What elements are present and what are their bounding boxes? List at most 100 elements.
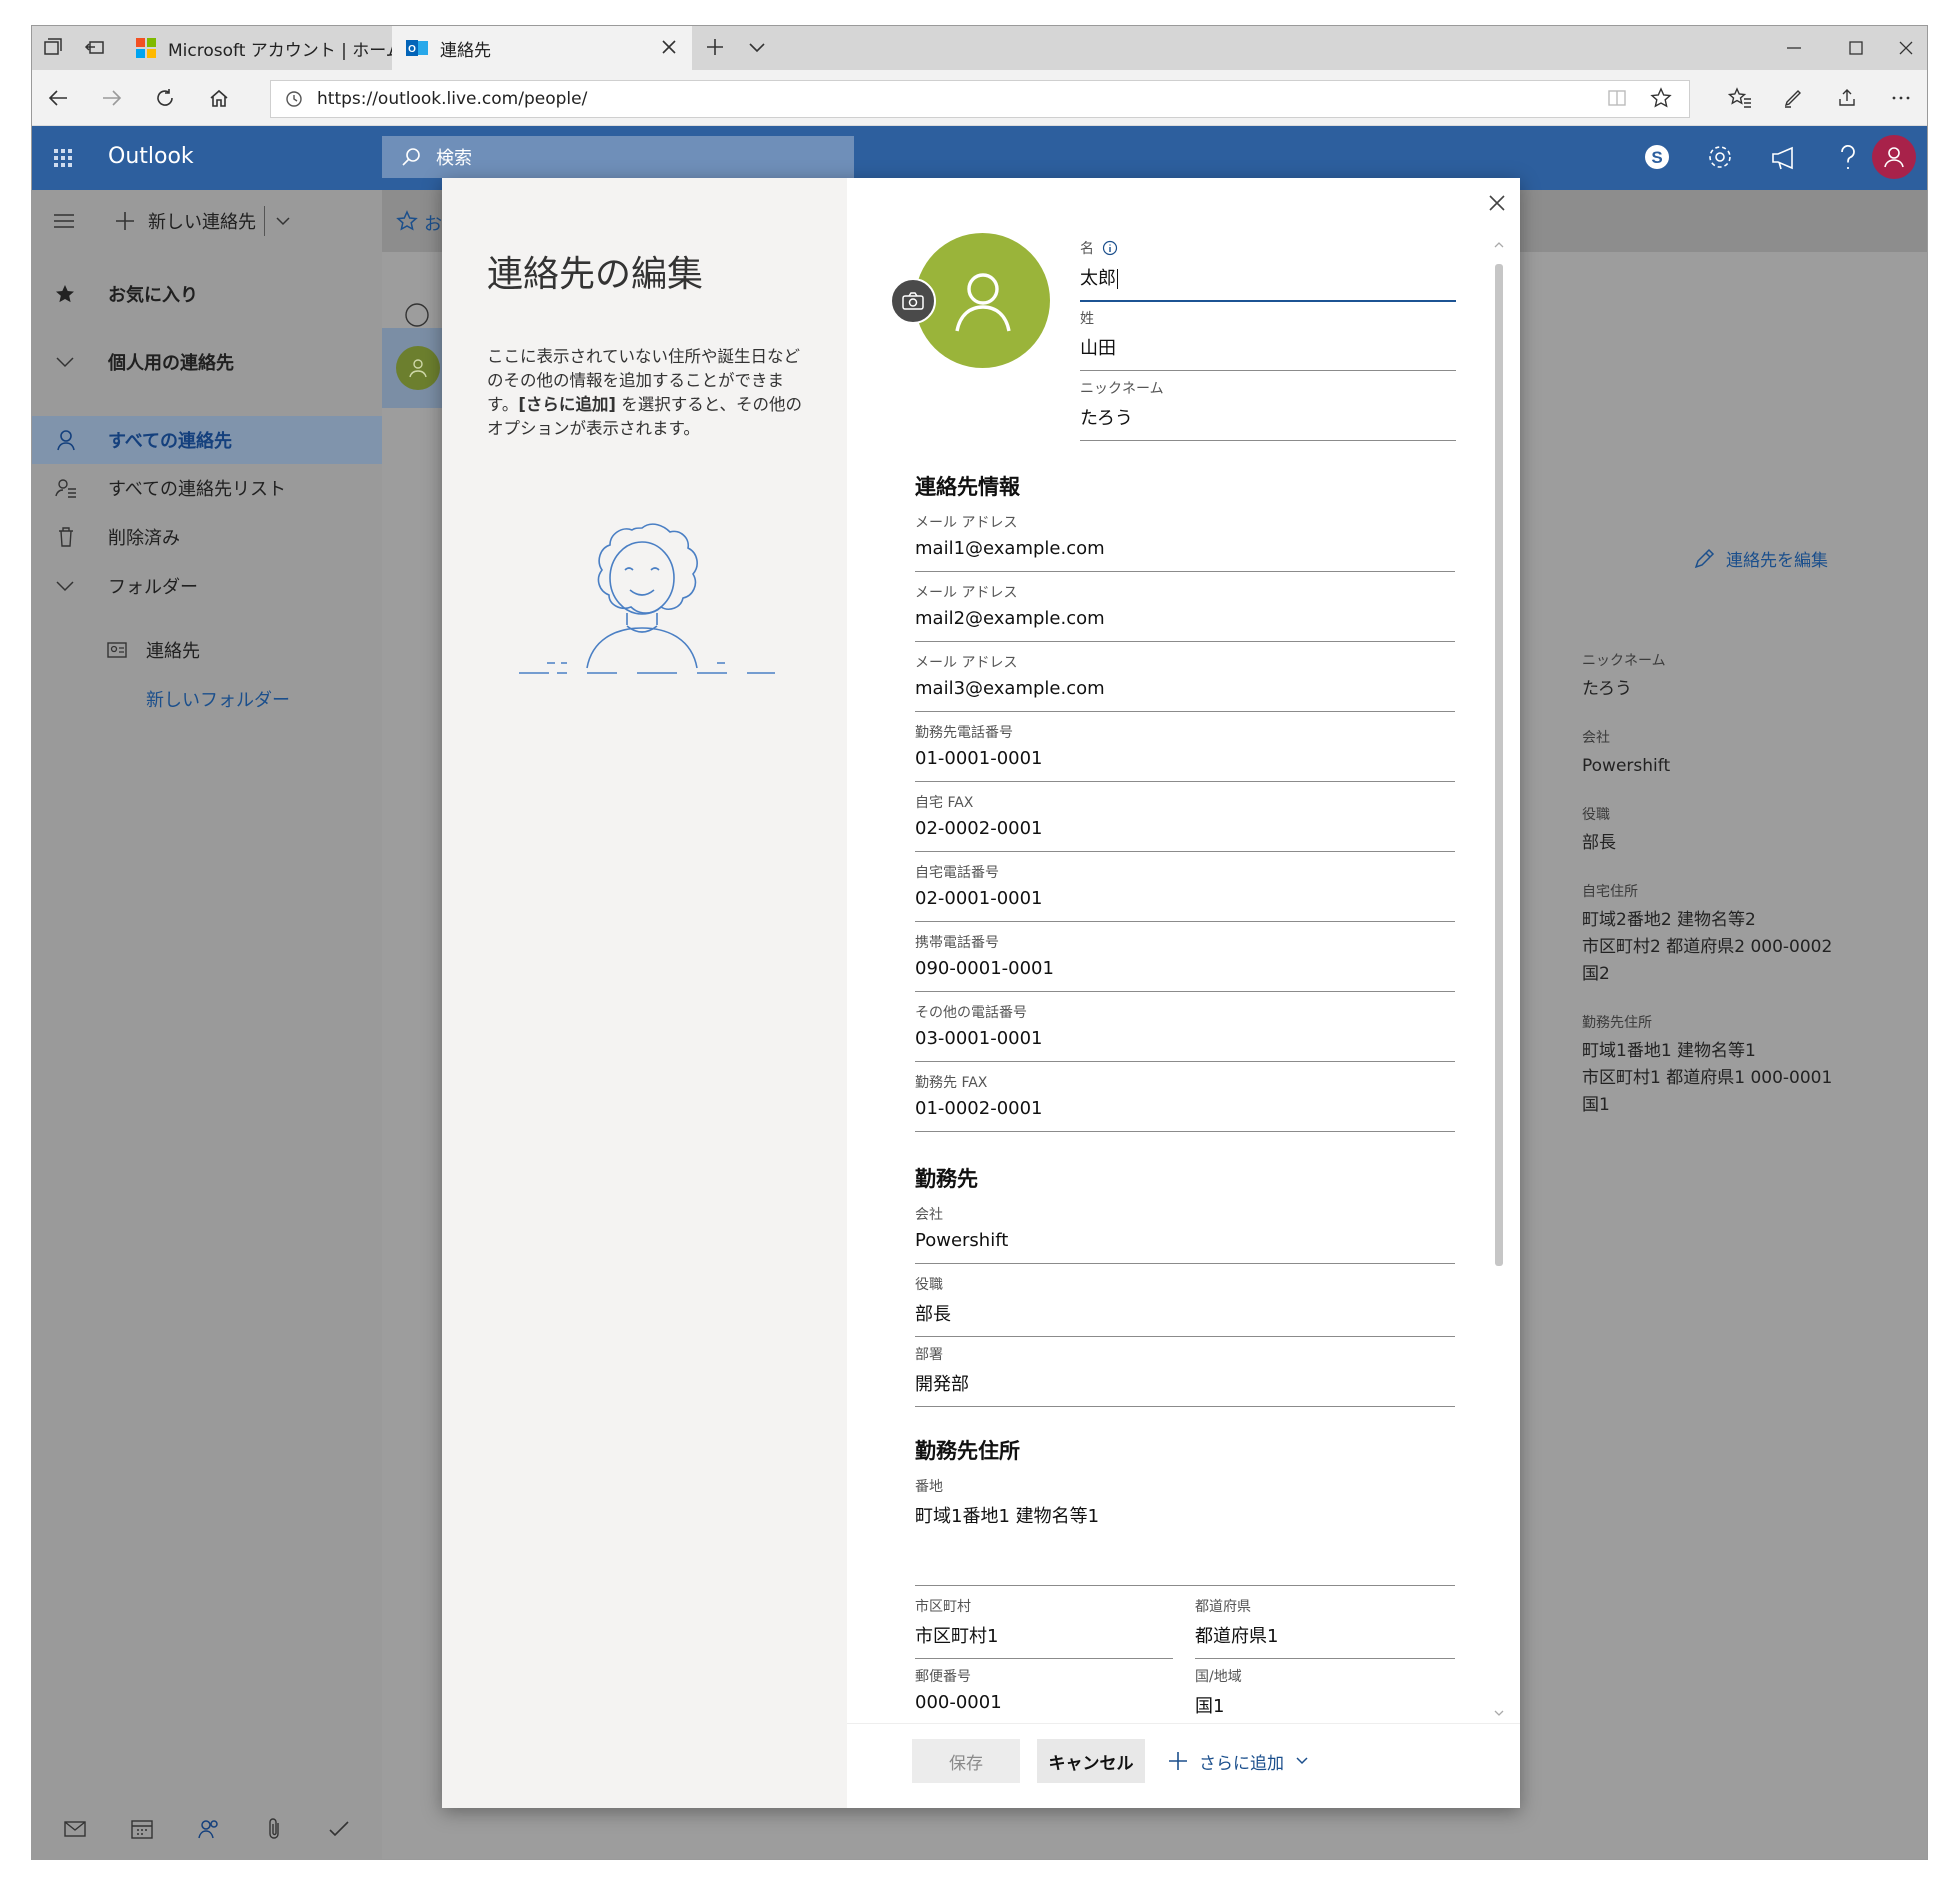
field-value: 市区町村1 bbox=[915, 1622, 1173, 1659]
chevron-down-icon bbox=[54, 351, 76, 373]
refresh-icon[interactable] bbox=[154, 87, 176, 109]
camera-icon bbox=[902, 292, 924, 310]
detail-label: 役職 bbox=[1582, 807, 1610, 823]
nav-folder-contacts[interactable]: 連絡先 bbox=[32, 626, 382, 674]
work-fax-field[interactable]: 勤務先 FAX 01-0002-0001 bbox=[915, 1072, 1455, 1132]
tab-microsoft-account[interactable]: Microsoft アカウント | ホーム bbox=[124, 26, 416, 70]
tab-preview-chevron-icon[interactable] bbox=[746, 36, 770, 60]
maximize-icon[interactable] bbox=[1846, 38, 1866, 58]
home-fax-field[interactable]: 自宅 FAX 02-0002-0001 bbox=[915, 792, 1455, 852]
cancel-button[interactable]: キャンセル bbox=[1037, 1739, 1145, 1783]
home-phone-field[interactable]: 自宅電話番号 02-0001-0001 bbox=[915, 862, 1455, 922]
info-icon[interactable] bbox=[1102, 240, 1118, 256]
field-label: その他の電話番号 bbox=[915, 1005, 1027, 1021]
favorite-star-icon[interactable] bbox=[1650, 87, 1672, 109]
nav-all-contacts[interactable]: すべての連絡先 bbox=[32, 416, 382, 464]
work-phone-field[interactable]: 勤務先電話番号 01-0001-0001 bbox=[915, 722, 1455, 782]
favorite-star-icon[interactable] bbox=[396, 210, 418, 232]
add-icon bbox=[1167, 1750, 1189, 1772]
web-note-pen-icon[interactable] bbox=[1782, 87, 1804, 109]
close-tab-icon[interactable] bbox=[660, 38, 678, 56]
forward-icon[interactable] bbox=[100, 87, 124, 109]
mail-icon[interactable] bbox=[63, 1819, 87, 1839]
share-icon[interactable] bbox=[1836, 87, 1858, 109]
app-name[interactable]: Outlook bbox=[108, 144, 194, 169]
reading-view-icon[interactable] bbox=[1606, 87, 1628, 109]
field-label: 番地 bbox=[915, 1479, 943, 1495]
department-field[interactable]: 部署 開発部 bbox=[915, 1344, 1455, 1407]
skype-icon[interactable]: S bbox=[1642, 142, 1672, 172]
nav-folders[interactable]: フォルダー bbox=[32, 562, 382, 610]
street-field[interactable]: 番地 町域1番地1 建物名等1 bbox=[915, 1476, 1455, 1586]
nickname-field[interactable]: ニックネーム たろう bbox=[1080, 378, 1456, 441]
url-field[interactable]: https://outlook.live.com/people/ bbox=[270, 80, 1690, 118]
people-icon[interactable] bbox=[197, 1818, 221, 1840]
hamburger-menu-icon[interactable] bbox=[52, 211, 76, 231]
search-box[interactable]: 検索 bbox=[382, 136, 854, 178]
country-field[interactable]: 国/地域 国1 bbox=[1195, 1666, 1455, 1723]
last-name-field[interactable]: 姓 山田 bbox=[1080, 308, 1456, 371]
city-field[interactable]: 市区町村 市区町村1 bbox=[915, 1596, 1173, 1659]
scroll-up-icon[interactable] bbox=[1493, 240, 1505, 250]
edit-contact-link[interactable]: 連絡先を編集 bbox=[1692, 546, 1828, 571]
field-value: 02-0002-0001 bbox=[915, 818, 1455, 852]
chevron-down-icon bbox=[54, 575, 76, 597]
close-window-icon[interactable] bbox=[1896, 38, 1916, 58]
change-photo-button[interactable] bbox=[890, 278, 936, 324]
scrollbar-thumb[interactable] bbox=[1495, 264, 1503, 1266]
new-contact-button[interactable]: 新しい連絡先 bbox=[148, 208, 256, 234]
save-button[interactable]: 保存 bbox=[912, 1739, 1020, 1783]
settings-gear-icon[interactable] bbox=[1706, 143, 1734, 171]
back-icon[interactable] bbox=[46, 87, 70, 109]
files-paperclip-icon[interactable] bbox=[264, 1817, 284, 1841]
other-phone-field[interactable]: その他の電話番号 03-0001-0001 bbox=[915, 1002, 1455, 1062]
nav-favorites[interactable]: お気に入り bbox=[32, 270, 382, 318]
divider bbox=[264, 206, 265, 236]
field-value: 090-0001-0001 bbox=[915, 958, 1455, 992]
email-field-1[interactable]: メール アドレス mail1@example.com bbox=[915, 512, 1455, 572]
tab-actions-icon[interactable] bbox=[42, 36, 66, 60]
more-options-icon[interactable] bbox=[1890, 87, 1912, 109]
field-label: 会社 bbox=[915, 1207, 943, 1223]
state-field[interactable]: 都道府県 都道府県1 bbox=[1195, 1596, 1455, 1659]
first-name-field[interactable]: 名 太郎 bbox=[1080, 238, 1456, 302]
mobile-phone-field[interactable]: 携帯電話番号 090-0001-0001 bbox=[915, 932, 1455, 992]
scrollbar[interactable] bbox=[1492, 238, 1506, 1726]
favorites-hub-icon[interactable] bbox=[1728, 87, 1752, 109]
chevron-down-icon[interactable] bbox=[274, 212, 292, 230]
nav-all-contact-lists[interactable]: すべての連絡先リスト bbox=[32, 464, 382, 512]
home-icon[interactable] bbox=[208, 87, 230, 109]
scroll-down-icon[interactable] bbox=[1493, 1708, 1505, 1718]
field-label: メール アドレス bbox=[915, 515, 1018, 531]
zip-field[interactable]: 郵便番号 000-0001 bbox=[915, 1666, 1173, 1723]
tab-contacts[interactable]: O 連絡先 bbox=[392, 26, 692, 70]
nav-deleted[interactable]: 削除済み bbox=[32, 513, 382, 561]
app-launcher-icon[interactable] bbox=[52, 147, 74, 169]
nav-personal-contacts[interactable]: 個人用の連絡先 bbox=[32, 338, 382, 386]
tab-bar: Microsoft アカウント | ホーム O 連絡先 bbox=[32, 26, 1927, 70]
new-tab-icon[interactable] bbox=[704, 36, 728, 60]
field-value: mail1@example.com bbox=[915, 538, 1455, 572]
set-aside-tabs-icon[interactable] bbox=[84, 36, 108, 60]
nav-new-folder[interactable]: 新しいフォルダー bbox=[32, 675, 382, 723]
favorites-label: お bbox=[424, 214, 442, 235]
dialog-info-pane: 連絡先の編集 ここに表示されていない住所や誕生日などのその他の情報を追加すること… bbox=[442, 178, 847, 1808]
whats-new-megaphone-icon[interactable] bbox=[1770, 145, 1798, 171]
form-scroll-area[interactable]: 名 太郎 姓 山田 ニックネーム たろう 連絡先情報 メール アドレス mail1… bbox=[847, 178, 1520, 1723]
tasks-checkmark-icon[interactable] bbox=[327, 1818, 351, 1840]
account-avatar[interactable] bbox=[1872, 135, 1916, 179]
person-icon bbox=[56, 429, 76, 451]
minimize-icon[interactable] bbox=[1784, 38, 1804, 58]
company-field[interactable]: 会社 Powershift bbox=[915, 1204, 1455, 1264]
calendar-icon[interactable] bbox=[130, 1818, 154, 1840]
site-info-icon[interactable] bbox=[285, 90, 303, 108]
add-more-button[interactable]: さらに追加 bbox=[1167, 1739, 1327, 1783]
add-more-label: さらに追加 bbox=[1199, 1753, 1284, 1774]
email-field-3[interactable]: メール アドレス mail3@example.com bbox=[915, 652, 1455, 712]
email-field-2[interactable]: メール アドレス mail2@example.com bbox=[915, 582, 1455, 642]
nav-label: 連絡先 bbox=[146, 641, 200, 662]
job-title-field[interactable]: 役職 部長 bbox=[915, 1274, 1455, 1337]
select-all-checkbox[interactable] bbox=[404, 302, 430, 328]
help-icon[interactable] bbox=[1838, 143, 1858, 173]
field-label: ニックネーム bbox=[1080, 381, 1164, 397]
